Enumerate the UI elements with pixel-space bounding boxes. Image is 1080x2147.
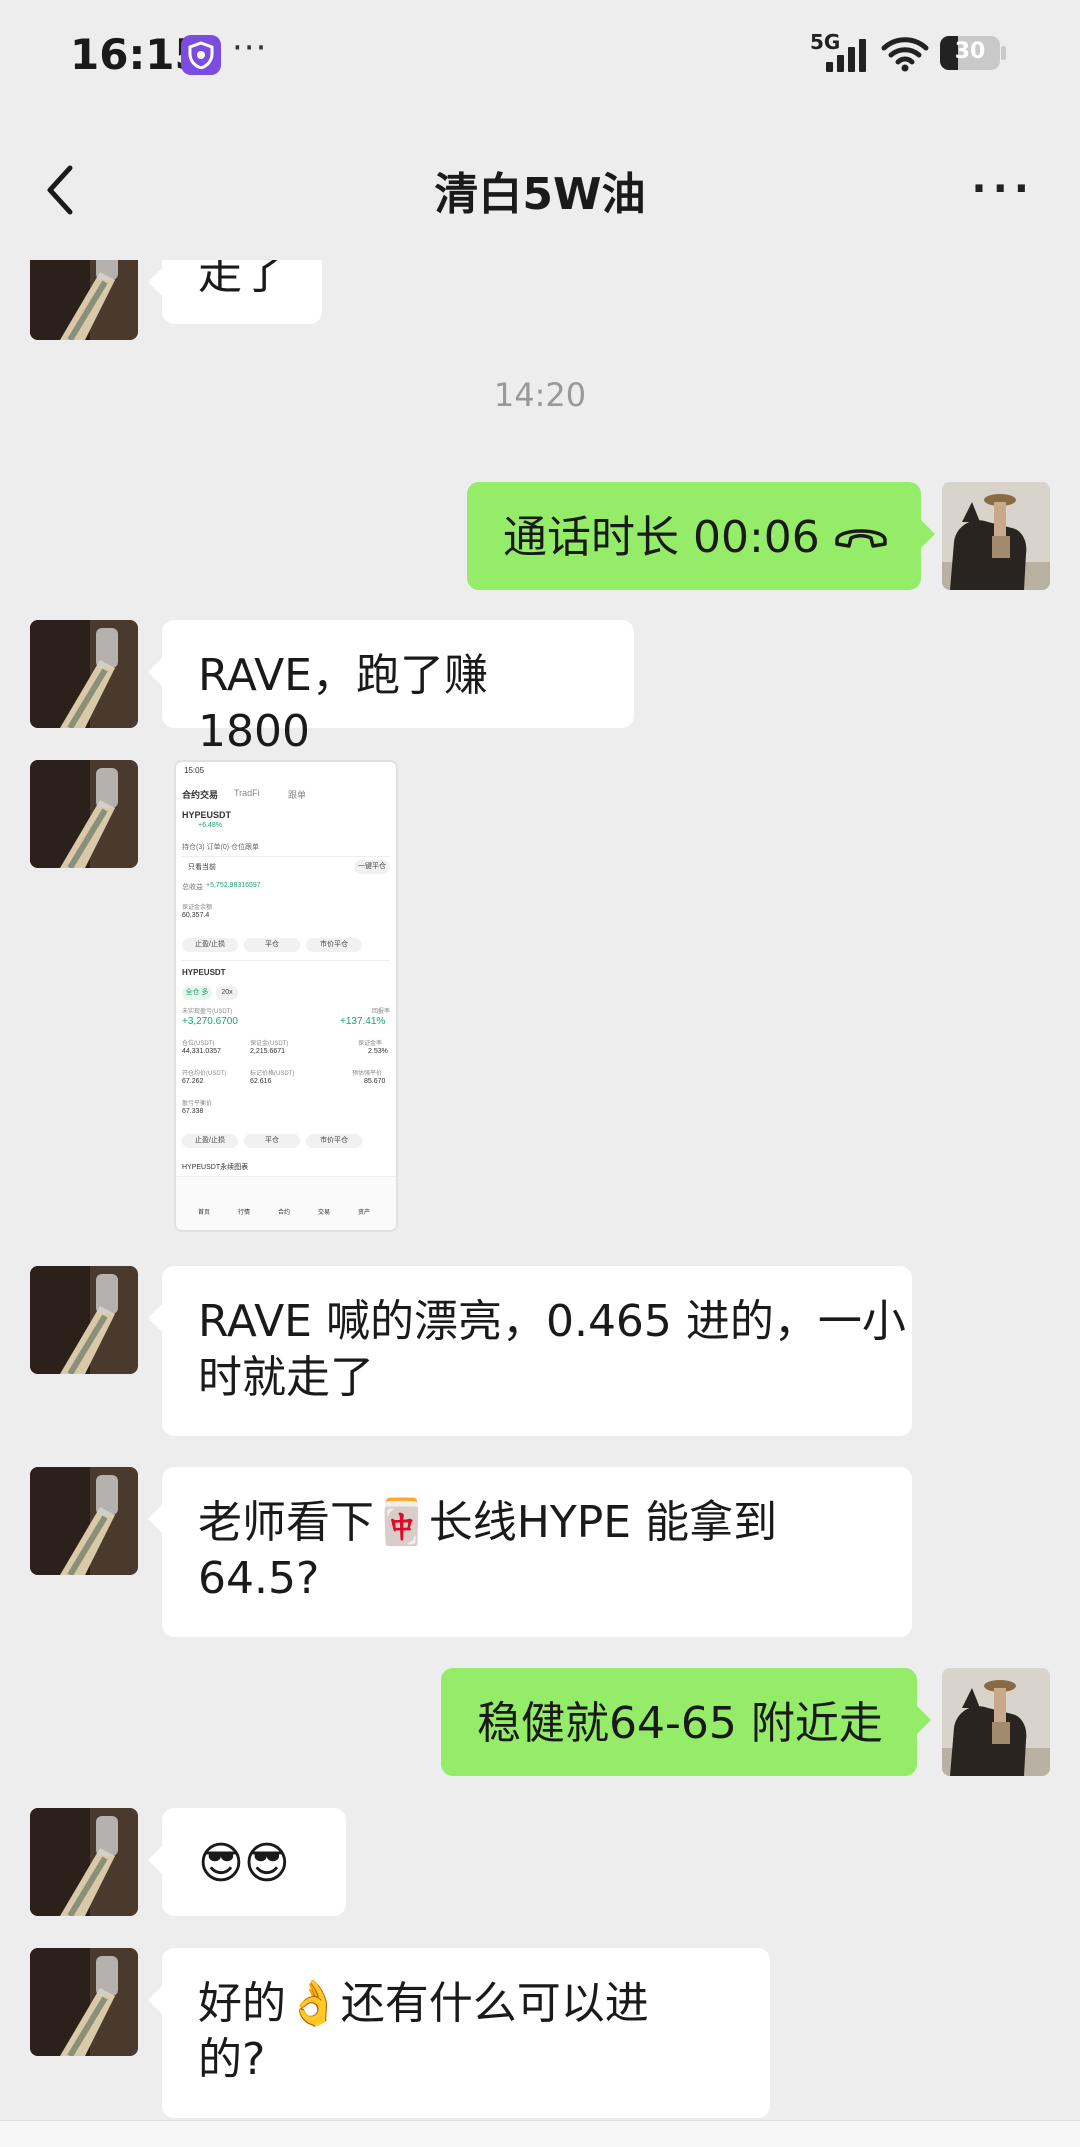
message-bubble-received[interactable]: RAVE，跑了赚1800 xyxy=(148,620,634,757)
mahjong-emoji: 🀄 xyxy=(374,1497,429,1548)
message-timestamp: 14:20 xyxy=(493,376,587,414)
image-message-trading-screenshot[interactable]: 15:05 合约交易 TradFi 跟单 HYPEUSDT +6.48% 持仓(… xyxy=(174,760,398,1232)
more-options-icon[interactable]: ··· xyxy=(971,166,1035,212)
contact-avatar[interactable] xyxy=(30,1266,138,1374)
message-text-line: 64.5? xyxy=(198,1553,320,1604)
shot-only-current: 只看当前 xyxy=(188,864,216,871)
contact-avatar[interactable] xyxy=(30,620,138,728)
shot-pair: HYPEUSDT xyxy=(182,810,232,820)
status-indicators: 5G 30 xyxy=(810,30,1010,74)
shot-roe-value: +137.41% xyxy=(340,1016,386,1027)
shot-btn-tpsl: 止盈/止损 xyxy=(182,938,238,952)
chat-title: 清白5W油 xyxy=(434,169,646,220)
call-duration-text: 通话时长 00:06 xyxy=(503,512,820,563)
shot-position-tabs: 持仓(3) 订单(0) 仓位跟单 xyxy=(182,844,259,851)
battery-cap xyxy=(1001,46,1006,60)
signal-icon xyxy=(826,39,866,72)
message-text: 老师看下 xyxy=(198,1497,374,1548)
shot-unreal-value: +3,270.6700 xyxy=(182,1016,238,1027)
shot-nav-item: 资产 xyxy=(358,1210,371,1216)
shot-margin2-value: 2,215.6671 xyxy=(250,1048,286,1055)
contact-avatar[interactable] xyxy=(30,260,138,340)
shot-mark-value: 62.616 xyxy=(250,1078,272,1085)
shot-ratio-value: 2.53% xyxy=(368,1048,388,1055)
sunglasses-emoji-text: 😎😎 xyxy=(198,1838,290,1889)
shot-time: 15:05 xyxy=(184,766,205,775)
shot-entry-value: 67.262 xyxy=(182,1078,204,1085)
shot-tab-tradfi: TradFi xyxy=(234,788,260,798)
input-bar[interactable] xyxy=(0,2120,1080,2147)
message-text: 走了 xyxy=(198,260,286,299)
shot-nav-item: 行情 xyxy=(238,1210,251,1216)
shot-close-all: 一键平仓 xyxy=(354,860,390,874)
shot-position-pair: HYPEUSDT xyxy=(182,968,226,977)
shot-liq-value: 85.670 xyxy=(364,1078,386,1085)
shot-roe-label: 回报率 xyxy=(372,1009,391,1015)
shot-size-label: 仓位(USDT) xyxy=(182,1041,215,1047)
shot-chart-label: HYPEUSDT永续图表 xyxy=(182,1164,249,1171)
shot-entry-label: 开仓均价(USDT) xyxy=(182,1071,227,1077)
shot-bottom-nav: 首页 行情 合约 交易 资产 xyxy=(176,1176,396,1230)
contact-avatar[interactable] xyxy=(30,1948,138,2056)
shot-nav-item: 首页 xyxy=(198,1210,211,1216)
shot-btn-close: 平仓 xyxy=(244,938,300,952)
battery-level: 30 xyxy=(954,39,986,64)
shot-ratio-label: 保证金率 xyxy=(358,1041,383,1047)
wifi-icon xyxy=(881,37,929,72)
battery-icon: 30 xyxy=(940,36,1000,70)
call-record-bubble[interactable]: 通话时长 00:06 xyxy=(467,482,935,590)
shot-change: +6.48% xyxy=(198,822,222,829)
shot-unreal-label: 未实现盈亏(USDT) xyxy=(182,1009,233,1015)
shot-liq-label: 预估强平价 xyxy=(352,1071,383,1077)
message-text-line: RAVE 喊的漂亮，0.465 进的，一小 xyxy=(198,1296,906,1347)
message-bubble-received[interactable]: 老师看下🀄长线HYPE 能拿到 64.5? xyxy=(148,1467,912,1637)
message-bubble-received[interactable]: RAVE 喊的漂亮，0.465 进的，一小 时就走了 xyxy=(148,1266,912,1436)
shot-tab-copy: 跟单 xyxy=(288,790,307,800)
shot-btn-market-close: 市价平仓 xyxy=(306,938,362,952)
shot-btn-market-close-2: 市价平仓 xyxy=(306,1134,362,1148)
message-bubble-sent[interactable]: 稳健就64-65 附近走 xyxy=(441,1668,931,1776)
my-avatar[interactable] xyxy=(942,1668,1050,1776)
message-bubble-received[interactable]: 走了 xyxy=(148,260,322,324)
shot-nav-item: 交易 xyxy=(318,1210,331,1216)
ok-hand-emoji: 👌 xyxy=(286,1978,341,2029)
contact-avatar[interactable] xyxy=(30,1808,138,1916)
message-list[interactable]: 走了 14:20 通话时长 00:06 RAVE，跑了赚1800 15:05 合… xyxy=(0,260,1080,2147)
shot-pnl-value: +5,752.98316597 xyxy=(206,882,261,889)
message-text-line: 老师看下🀄长线HYPE 能拿到 xyxy=(198,1495,876,1551)
message-text: 稳健就64-65 附近走 xyxy=(477,1698,883,1749)
message-text: 好的 xyxy=(198,1978,286,2029)
shot-margin-label: 保证金余额 xyxy=(182,905,213,911)
shot-margin2-label: 保证金(USDT) xyxy=(250,1041,289,1047)
notification-overflow-icon: ··· xyxy=(232,28,268,68)
shot-btn-tpsl-2: 止盈/止损 xyxy=(182,1134,238,1148)
shot-mark-label: 标记价格(USDT) xyxy=(250,1071,295,1077)
message-text: RAVE，跑了赚1800 xyxy=(198,650,488,757)
shot-margin-value: 60,357.4 xyxy=(182,912,210,919)
phone-hangup-icon xyxy=(835,529,887,548)
message-text: 长线HYPE 能拿到 xyxy=(428,1497,778,1548)
shot-pnl-label: 总收益 xyxy=(182,884,203,891)
shot-nav-item: 合约 xyxy=(278,1210,291,1216)
contact-avatar[interactable] xyxy=(30,760,138,868)
shot-position-mode: 全仓 多 xyxy=(182,986,212,1000)
message-text: 还有什么可以进 xyxy=(340,1978,649,2029)
message-text-line: 的? xyxy=(198,2034,266,2085)
status-bar: 16:15 ··· 5G 30 xyxy=(0,0,1080,110)
shield-app-icon xyxy=(181,35,221,75)
my-avatar[interactable] xyxy=(942,482,1050,590)
message-bubble-received[interactable]: 😎😎 xyxy=(148,1808,346,1916)
shot-tab-futures: 合约交易 xyxy=(182,790,219,800)
chat-header: 清白5W油 ··· xyxy=(0,110,1080,260)
shot-breakeven-value: 67.338 xyxy=(182,1108,204,1115)
message-text-line: 好的👌还有什么可以进 xyxy=(198,1976,734,2032)
shot-leverage: 20x xyxy=(216,986,238,1000)
shot-breakeven-label: 盈亏平衡价 xyxy=(182,1101,213,1107)
message-text-line: 时就走了 xyxy=(198,1352,374,1403)
shot-btn-close-2: 平仓 xyxy=(244,1134,300,1148)
shot-size-value: 44,331.0357 xyxy=(182,1048,221,1055)
contact-avatar[interactable] xyxy=(30,1467,138,1575)
message-bubble-received[interactable]: 好的👌还有什么可以进 的? xyxy=(148,1948,770,2118)
